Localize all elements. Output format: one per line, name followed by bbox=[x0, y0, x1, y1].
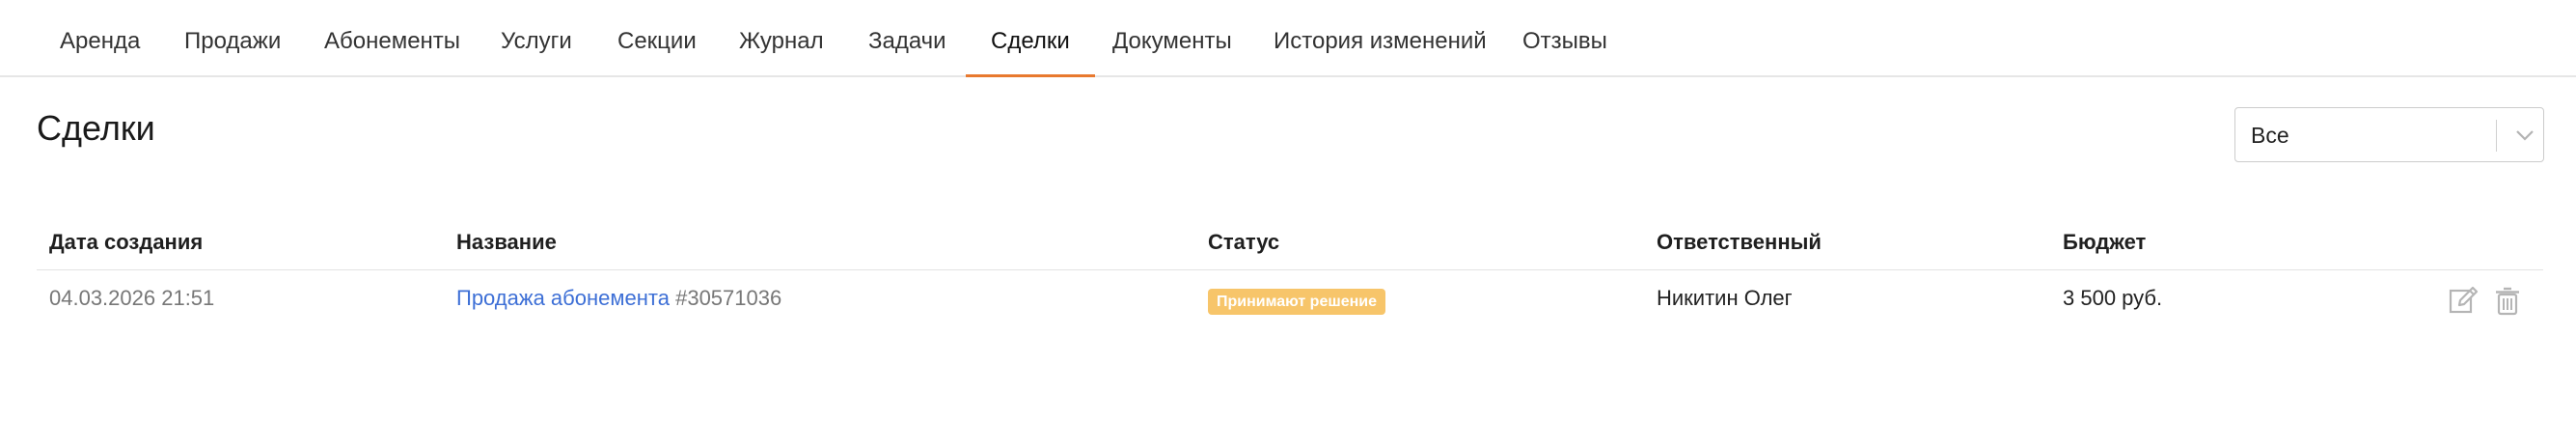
deal-name-cell: Продажа абонемента #30571036 bbox=[456, 286, 781, 311]
filter-selected-value: Все bbox=[2251, 123, 2289, 148]
column-header-date[interactable]: Дата создания bbox=[49, 230, 203, 255]
tab-rent[interactable]: Аренда bbox=[35, 0, 165, 77]
tab-deals[interactable]: Сделки bbox=[966, 0, 1095, 77]
chevron-down-icon[interactable] bbox=[2507, 108, 2543, 163]
tab-bar: Аренда Продажи Абонементы Услуги Секции … bbox=[0, 0, 2576, 77]
tab-sales[interactable]: Продажи bbox=[159, 0, 306, 77]
tab-change-history[interactable]: История изменений bbox=[1248, 0, 1512, 77]
deal-date: 04.03.2026 21:51 bbox=[49, 286, 215, 310]
deal-budget: 3 500 руб. bbox=[2063, 286, 2163, 310]
tab-journal[interactable]: Журнал bbox=[714, 0, 849, 77]
tab-tasks[interactable]: Задачи bbox=[843, 0, 972, 77]
deal-id: #30571036 bbox=[675, 286, 782, 310]
table-header-divider bbox=[37, 269, 2543, 270]
deal-name-link[interactable]: Продажа абонемента bbox=[456, 286, 670, 310]
deal-responsible: Никитин Олег bbox=[1657, 286, 1793, 310]
tab-documents[interactable]: Документы bbox=[1087, 0, 1257, 77]
status-badge: Принимают решение bbox=[1208, 289, 1385, 315]
trash-icon[interactable] bbox=[2491, 284, 2524, 317]
edit-icon[interactable] bbox=[2447, 284, 2480, 317]
column-header-status[interactable]: Статус bbox=[1208, 230, 1279, 255]
page-title: Сделки bbox=[37, 108, 155, 148]
tab-reviews[interactable]: Отзывы bbox=[1497, 0, 1632, 77]
tab-sections[interactable]: Секции bbox=[592, 0, 722, 77]
column-header-budget[interactable]: Бюджет bbox=[2063, 230, 2146, 255]
select-separator bbox=[2496, 120, 2497, 152]
deals-filter-select[interactable]: Все bbox=[2234, 107, 2544, 162]
tab-services[interactable]: Услуги bbox=[476, 0, 597, 77]
column-header-name[interactable]: Название bbox=[456, 230, 557, 255]
tab-subscriptions[interactable]: Абонементы bbox=[299, 0, 485, 77]
column-header-responsible[interactable]: Ответственный bbox=[1657, 230, 1822, 255]
